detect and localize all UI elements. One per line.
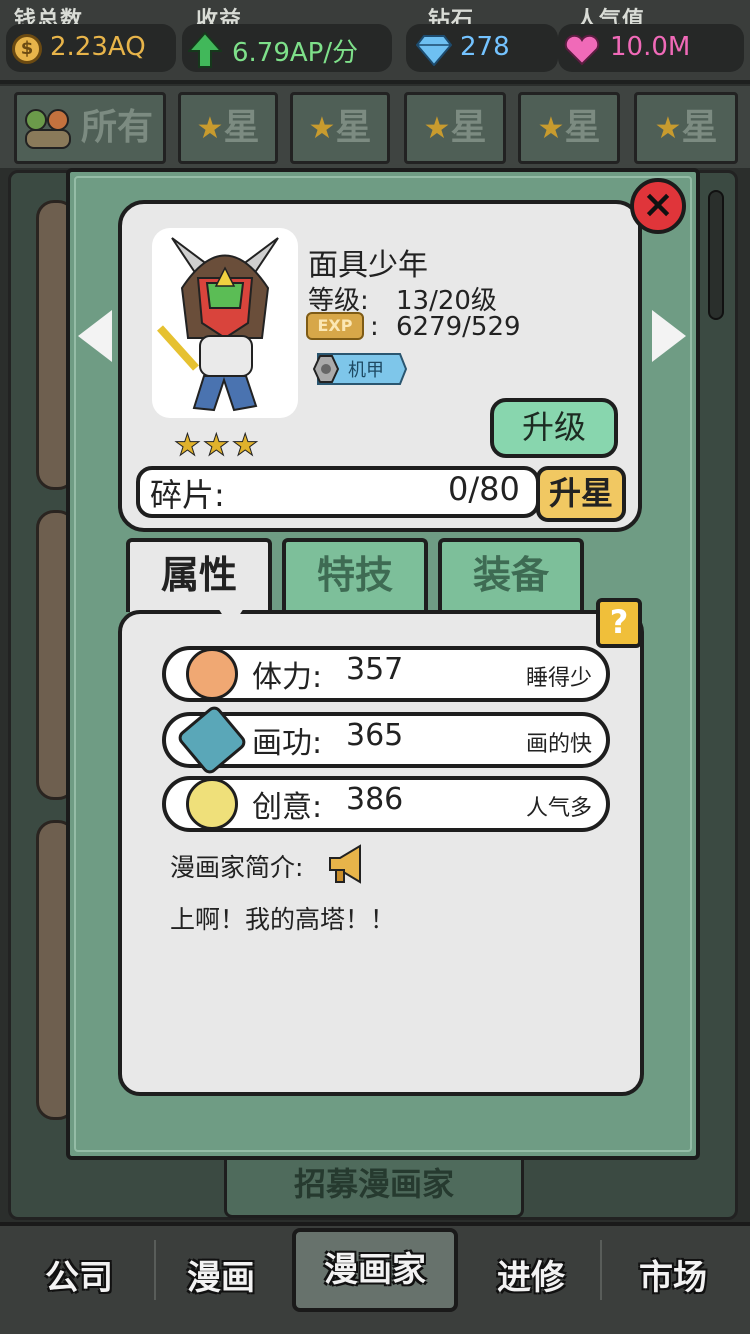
star-label: 星 — [450, 107, 487, 148]
people-icon — [20, 106, 76, 150]
tab-equipment[interactable]: 装备 — [438, 538, 584, 612]
tab-attributes[interactable]: 属性 — [126, 538, 272, 612]
star-icon: ★ — [654, 111, 682, 146]
filter-tab-5-star[interactable]: ★星 — [634, 92, 738, 164]
genre-tag-label: 机甲 — [348, 360, 384, 381]
artist-avatar — [152, 228, 298, 418]
attribute-desc: 画的快 — [525, 732, 592, 757]
attribute-desc: 人气多 — [525, 796, 592, 821]
help-icon[interactable]: ? — [596, 598, 642, 648]
prev-artist-arrow-icon[interactable] — [78, 310, 112, 362]
list-scrollbar[interactable] — [708, 190, 724, 320]
intro-label: 漫画家简介: — [170, 853, 304, 882]
intro-text: 上啊！我的高塔！！ — [170, 905, 396, 934]
close-icon[interactable]: × — [630, 178, 686, 234]
attribute-name: 体力: — [252, 660, 323, 695]
filter-tab-4-star[interactable]: ★星 — [518, 92, 620, 164]
attribute-value: 386 — [346, 782, 404, 817]
nav-training[interactable]: 进修 — [456, 1232, 606, 1324]
lightbulb-icon — [186, 778, 238, 830]
money-value: 2.23AQ — [50, 32, 146, 62]
star-icon: ★ — [537, 111, 565, 146]
diamond-icon — [416, 35, 452, 66]
filter-tab-2-star[interactable]: ★星 — [290, 92, 390, 164]
filter-tab-all-label: 所有 — [80, 107, 153, 148]
next-artist-arrow-icon[interactable] — [652, 310, 686, 362]
star-icon: ★ — [308, 111, 336, 146]
tab-skills[interactable]: 特技 — [282, 538, 428, 612]
heart-icon — [564, 34, 600, 66]
megaphone-icon — [329, 844, 361, 884]
rating-stars-icon: ★★★ — [174, 428, 261, 464]
exp-badge: EXP — [306, 312, 364, 340]
star-label: 星 — [335, 107, 372, 148]
star-label: 星 — [564, 107, 601, 148]
exp-separator: : — [370, 312, 379, 342]
attribute-name: 创意: — [252, 790, 323, 825]
attribute-desc: 睡得少 — [525, 666, 592, 691]
star-label: 星 — [681, 107, 718, 148]
up-arrow-icon — [188, 32, 222, 68]
diamond-value: 278 — [460, 32, 510, 62]
attribute-value: 357 — [346, 652, 404, 687]
star-up-button[interactable]: 升星 — [536, 466, 626, 522]
popularity-value: 10.0M — [610, 32, 691, 62]
nav-comics[interactable]: 漫画 — [146, 1232, 296, 1324]
coin-icon: $ — [12, 34, 42, 64]
exp-value: 6279/529 — [396, 312, 521, 342]
fragments-value: 0/80 — [448, 470, 520, 508]
nav-artists[interactable]: 漫画家 — [292, 1228, 458, 1312]
genre-tag: 机甲 — [304, 352, 408, 386]
nav-company[interactable]: 公司 — [4, 1232, 154, 1324]
face-icon — [186, 648, 238, 700]
recruit-artist-button[interactable]: 招募漫画家 — [224, 1150, 524, 1218]
star-icon: ★ — [423, 111, 451, 146]
income-value: 6.79AP/分 — [232, 38, 359, 68]
filter-tab-3-star[interactable]: ★星 — [404, 92, 506, 164]
upgrade-button[interactable]: 升级 — [490, 398, 618, 458]
artist-name: 面具少年 — [308, 248, 428, 283]
star-label: 星 — [223, 107, 260, 148]
fragments-label: 碎片: — [150, 476, 225, 514]
filter-tab-1-star[interactable]: ★星 — [178, 92, 278, 164]
nav-market[interactable]: 市场 — [598, 1232, 748, 1324]
attribute-name: 画功: — [252, 726, 323, 761]
star-icon: ★ — [196, 111, 224, 146]
attribute-value: 365 — [346, 718, 404, 753]
